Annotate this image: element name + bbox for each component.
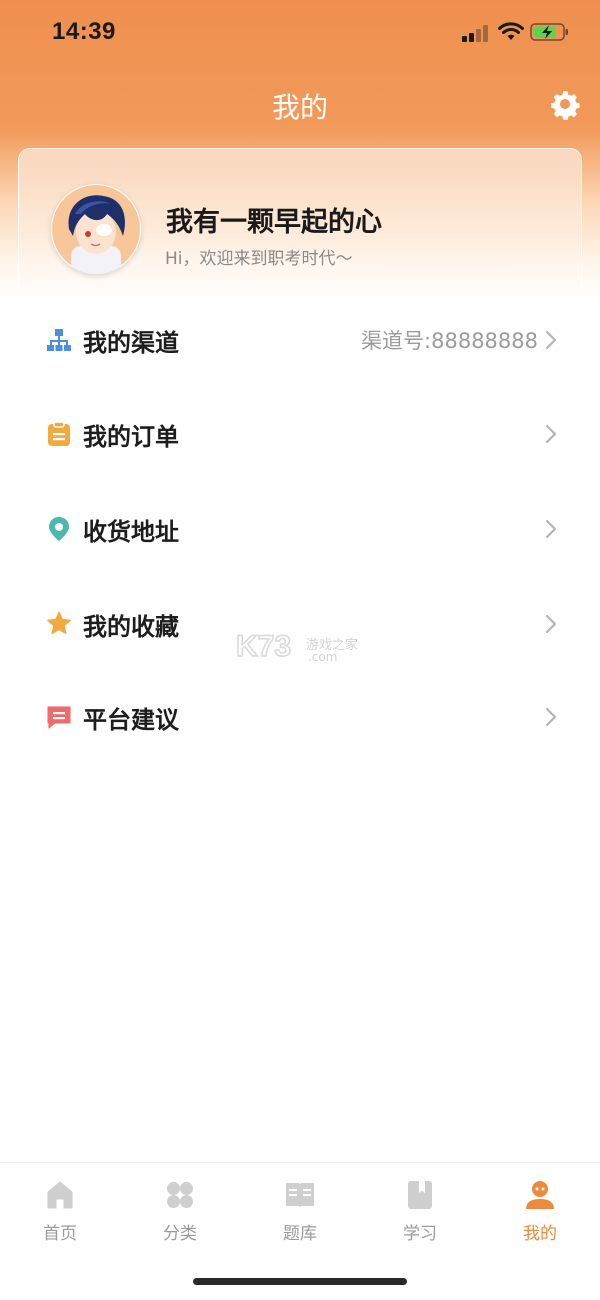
status-bar: 14:39	[0, 0, 600, 66]
username: 我有一颗早起的心	[166, 207, 382, 238]
tab-mine[interactable]: 我的	[480, 1175, 600, 1255]
star-icon	[47, 611, 71, 635]
chevron-right-icon	[545, 330, 557, 350]
signal-icon	[462, 24, 492, 42]
menu-item-orders[interactable]: 我的订单	[0, 404, 600, 464]
gear-icon[interactable]	[549, 88, 581, 120]
page-title: 我的	[271, 91, 328, 124]
channel-network-icon	[47, 329, 71, 351]
tab-label: 分类	[163, 1224, 197, 1244]
question-bank-icon	[286, 1183, 314, 1208]
tab-label: 首页	[43, 1224, 77, 1244]
tab-home[interactable]: 首页	[0, 1175, 120, 1255]
menu-label: 我的订单	[83, 423, 179, 451]
tab-study[interactable]: 学习	[360, 1175, 480, 1255]
chevron-right-icon	[545, 424, 557, 444]
menu-item-channel[interactable]: 我的渠道 渠道号:88888888	[0, 310, 600, 370]
watermark-logo: K73 游戏之家 .com	[235, 629, 359, 664]
channel-number: 渠道号:88888888	[361, 329, 538, 353]
profile-icon	[526, 1181, 554, 1209]
chevron-right-icon	[545, 614, 557, 634]
tab-question-bank[interactable]: 题库	[240, 1175, 360, 1255]
status-time: 14:39	[52, 18, 116, 45]
chevron-right-icon	[545, 707, 557, 727]
welcome-text: Hi，欢迎来到职考时代～	[165, 249, 353, 269]
menu-label: 我的收藏	[83, 613, 179, 641]
chevron-right-icon	[545, 519, 557, 539]
wifi-icon	[498, 22, 524, 40]
clipboard-icon	[48, 421, 70, 446]
menu-label: 收货地址	[83, 518, 179, 546]
home-indicator	[193, 1278, 407, 1285]
tab-label: 题库	[283, 1224, 317, 1244]
category-icon	[167, 1182, 193, 1208]
menu-item-feedback[interactable]: 平台建议	[0, 687, 600, 747]
message-icon	[47, 706, 71, 729]
menu-label: 平台建议	[83, 706, 179, 734]
tab-category[interactable]: 分类	[120, 1175, 240, 1255]
home-icon	[47, 1181, 73, 1209]
location-pin-icon	[49, 517, 69, 541]
avatar[interactable]	[51, 184, 141, 274]
menu-item-address[interactable]: 收货地址	[0, 499, 600, 559]
tab-label: 学习	[403, 1224, 437, 1244]
tab-label: 我的	[523, 1224, 557, 1244]
battery-charging-icon	[530, 23, 568, 41]
study-book-icon	[408, 1181, 432, 1209]
menu-label: 我的渠道	[83, 329, 179, 357]
